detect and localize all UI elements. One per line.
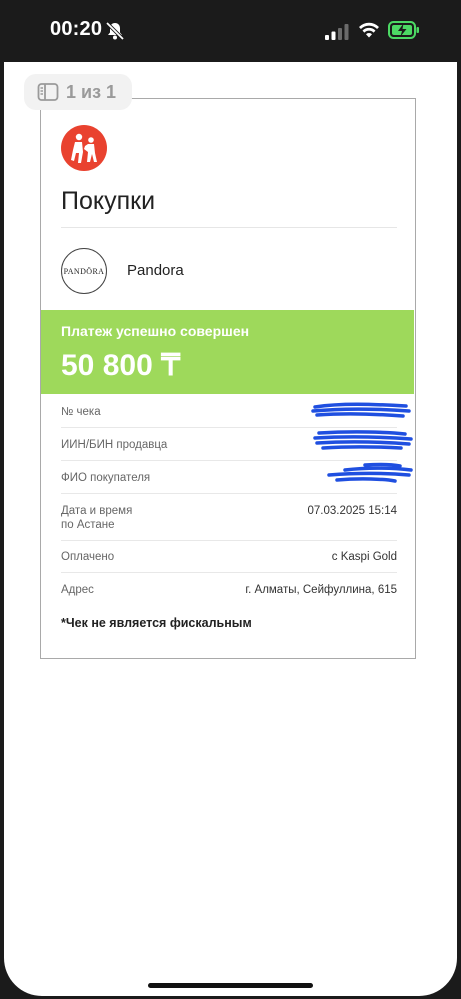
status-time: 00:20 bbox=[50, 18, 103, 40]
redaction-scribble bbox=[313, 430, 413, 450]
row-divider bbox=[61, 572, 397, 573]
redaction-scribble bbox=[327, 462, 413, 483]
detail-value: г. Алматы, Сейфуллина, 615 bbox=[245, 584, 397, 596]
page-indicator-label: 1 из 1 bbox=[66, 81, 117, 102]
detail-value: с Kaspi Gold bbox=[331, 551, 397, 563]
merchant-name: Pandora bbox=[127, 262, 184, 279]
kaspi-red-logo-icon bbox=[61, 125, 107, 171]
row-divider bbox=[61, 427, 397, 428]
detail-row-datetime: Дата и время по Астане 07.03.2025 15:14 bbox=[61, 504, 397, 534]
divider bbox=[61, 227, 397, 228]
receipt-card: Покупки PANDÖRA Pandora Платеж успешно с… bbox=[40, 98, 416, 659]
sidebar-pages-icon bbox=[37, 83, 59, 101]
cellular-signal-icon bbox=[325, 24, 349, 40]
merchant-logo: PANDÖRA bbox=[61, 248, 107, 294]
payment-status-banner: Платеж успешно совершен 50 800 ₸ bbox=[41, 310, 414, 394]
detail-label-line1: Дата и время bbox=[61, 505, 133, 517]
bell-slash-icon bbox=[105, 21, 125, 41]
row-divider bbox=[61, 540, 397, 541]
row-divider bbox=[61, 493, 397, 494]
detail-label: Оплачено bbox=[61, 551, 115, 563]
home-indicator[interactable] bbox=[148, 983, 313, 988]
page-indicator[interactable]: 1 из 1 bbox=[24, 74, 132, 110]
detail-label: Адрес bbox=[61, 584, 94, 596]
detail-label: ФИО покупателя bbox=[61, 472, 151, 484]
detail-label: № чека bbox=[61, 406, 101, 418]
battery-charging-icon bbox=[388, 21, 419, 39]
wifi-icon bbox=[359, 22, 379, 38]
detail-label-line2: по Астане bbox=[61, 519, 115, 531]
payment-status-text: Платеж успешно совершен bbox=[61, 323, 250, 339]
fiscal-note: *Чек не является фискальным bbox=[61, 616, 252, 630]
detail-label: ИИН/БИН продавца bbox=[61, 439, 168, 451]
status-bar: 00:20 bbox=[0, 0, 461, 62]
detail-value: 07.03.2025 15:14 bbox=[307, 505, 397, 517]
document-viewer[interactable]: Покупки PANDÖRA Pandora Платеж успешно с… bbox=[4, 62, 457, 996]
detail-label: Дата и время по Астане bbox=[61, 504, 132, 532]
payment-amount: 50 800 ₸ bbox=[61, 349, 181, 382]
redaction-scribble bbox=[311, 402, 411, 418]
receipt-title: Покупки bbox=[61, 187, 156, 215]
